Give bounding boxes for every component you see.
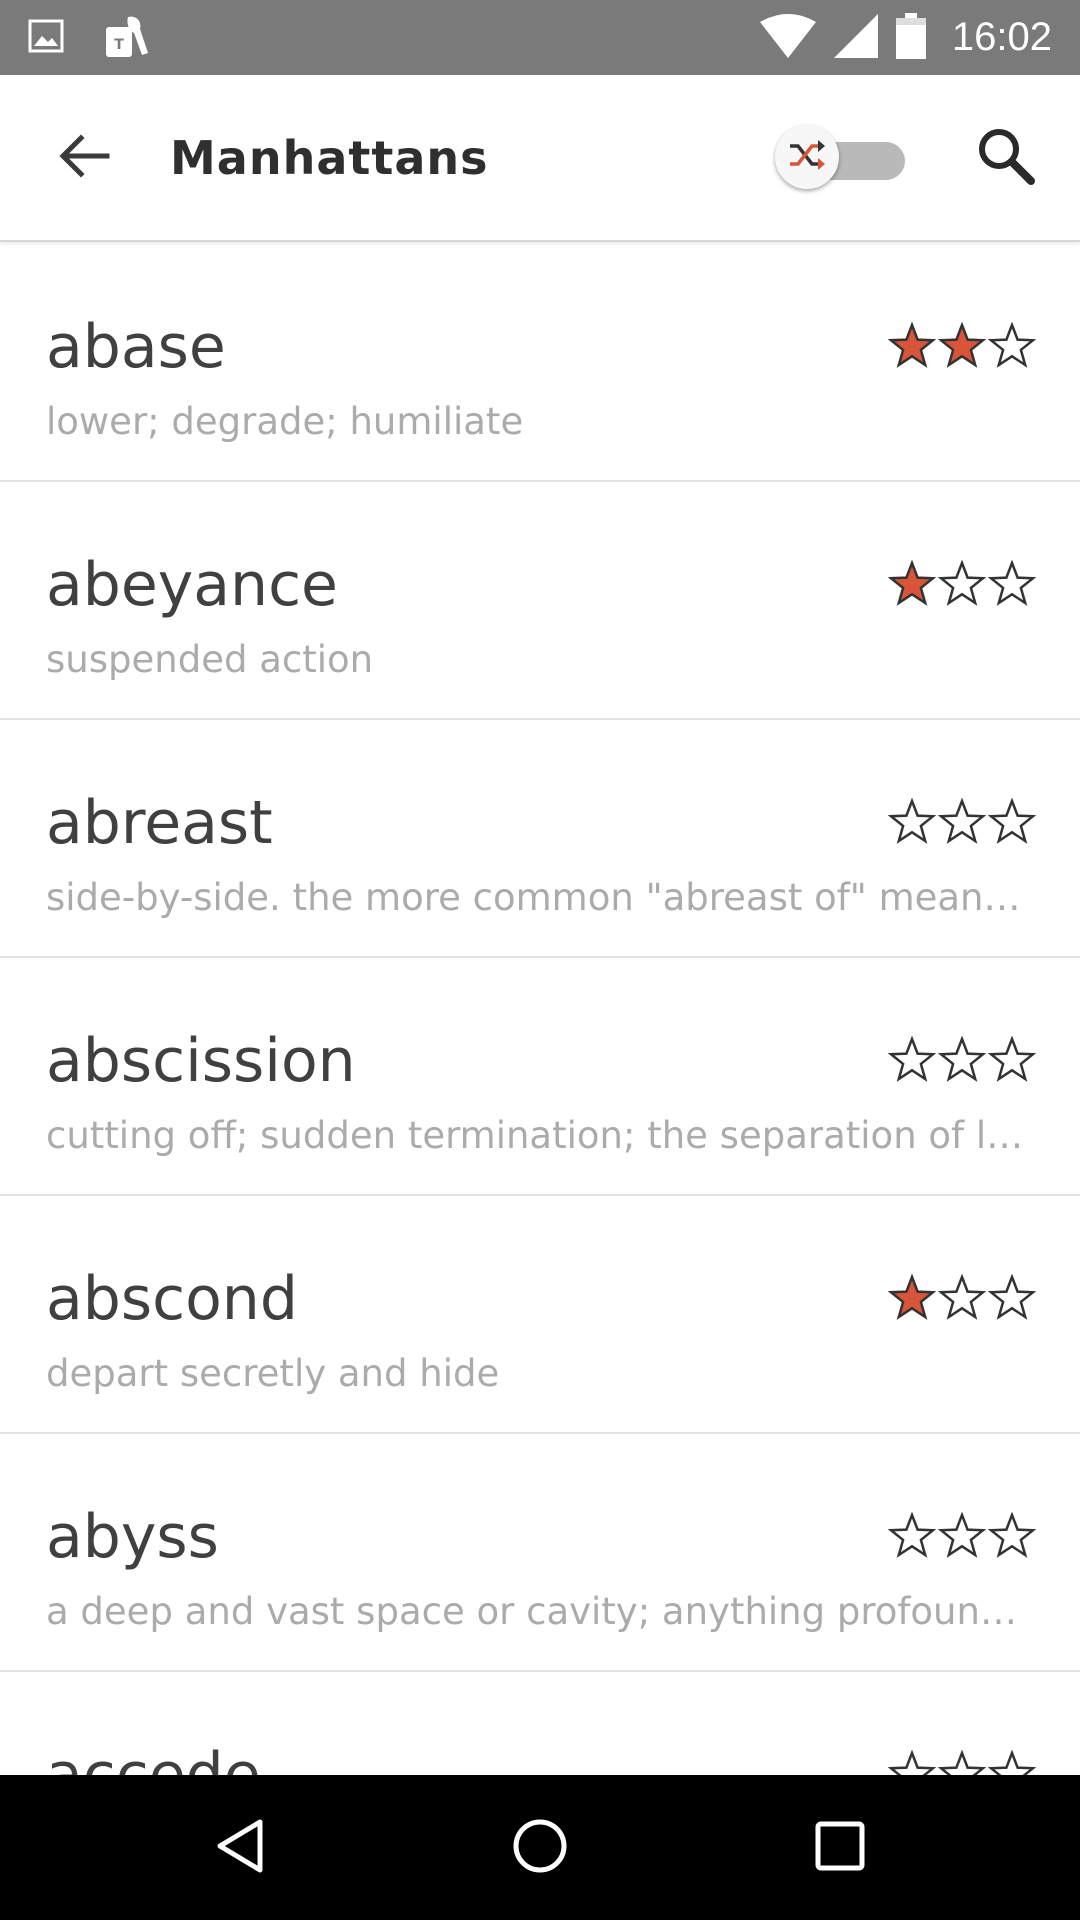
- status-left-icons: T: [28, 13, 152, 63]
- star-filled-icon: [888, 322, 936, 368]
- home-circle-icon: [510, 1816, 570, 1880]
- arrow-back-icon: [57, 132, 111, 184]
- difficulty-rating[interactable]: [888, 1036, 1036, 1084]
- word-term: abreast: [46, 788, 273, 858]
- star-outline-icon: [938, 1750, 986, 1775]
- recents-square-icon: [810, 1816, 870, 1880]
- difficulty-rating[interactable]: [888, 798, 1036, 846]
- signal-icon: [833, 13, 878, 62]
- star-outline-icon: [988, 560, 1036, 606]
- star-outline-icon: [938, 1274, 986, 1320]
- star-outline-icon: [938, 1512, 986, 1558]
- back-triangle-icon: [210, 1816, 270, 1880]
- nav-back-button[interactable]: [195, 1803, 285, 1893]
- star-outline-icon: [888, 1512, 936, 1558]
- word-definition: cutting off; sudden termination; the sep…: [46, 1114, 1031, 1157]
- word-definition: depart secretly and hide: [46, 1352, 500, 1395]
- word-list-item[interactable]: abscission cutting off; sudden terminatio…: [0, 958, 1080, 1196]
- status-bar: T 16:02: [0, 0, 1080, 75]
- star-filled-icon: [938, 322, 986, 368]
- image-icon: [28, 19, 64, 57]
- star-outline-icon: [938, 798, 986, 844]
- difficulty-rating[interactable]: [888, 322, 1036, 370]
- word-term: abase: [46, 312, 226, 382]
- shuffle-toggle[interactable]: [775, 123, 930, 193]
- word-term: abeyance: [46, 550, 338, 620]
- difficulty-rating[interactable]: [888, 560, 1036, 608]
- word-list-item[interactable]: accede: [0, 1672, 1080, 1775]
- star-outline-icon: [988, 1036, 1036, 1082]
- svg-text:T: T: [114, 37, 124, 53]
- star-outline-icon: [988, 1750, 1036, 1775]
- star-outline-icon: [888, 1036, 936, 1082]
- back-button[interactable]: [52, 126, 116, 190]
- battery-icon: [895, 12, 926, 63]
- word-list-item[interactable]: abase lower; degrade; humiliate: [0, 244, 1080, 482]
- status-time: 16:02: [951, 15, 1052, 59]
- star-outline-icon: [938, 1036, 986, 1082]
- difficulty-rating[interactable]: [888, 1750, 1036, 1775]
- word-term: abyss: [46, 1502, 219, 1572]
- word-term: accede: [46, 1740, 261, 1775]
- search-icon: [975, 125, 1037, 191]
- navigation-bar: [0, 1775, 1080, 1920]
- word-list-item[interactable]: abyss a deep and vast space or cavity; an…: [0, 1434, 1080, 1672]
- toggle-thumb: [775, 124, 839, 189]
- star-filled-icon: [888, 560, 936, 606]
- word-list-item[interactable]: abeyance suspended action: [0, 482, 1080, 720]
- search-button[interactable]: [970, 122, 1042, 194]
- shuffle-icon: [787, 138, 827, 176]
- difficulty-rating[interactable]: [888, 1512, 1036, 1560]
- page-title: Manhattans: [170, 130, 489, 185]
- wifi-icon: [759, 13, 816, 62]
- word-list[interactable]: abase lower; degrade; humiliate abeyance su…: [0, 244, 1080, 1775]
- word-definition: side-by-side. the more common "abreast o…: [46, 876, 1031, 919]
- word-list-item[interactable]: abreast side-by-side. the more common "ab…: [0, 720, 1080, 958]
- word-term: abscond: [46, 1264, 298, 1334]
- word-definition: a deep and vast space or cavity; anythin…: [46, 1590, 1031, 1633]
- star-filled-icon: [888, 1274, 936, 1320]
- app-bar: Manhattans: [0, 75, 1080, 242]
- star-outline-icon: [888, 798, 936, 844]
- star-outline-icon: [988, 322, 1036, 368]
- tmobile-icon: T: [104, 13, 152, 63]
- word-definition: suspended action: [46, 638, 374, 681]
- nav-home-button[interactable]: [495, 1803, 585, 1893]
- star-outline-icon: [888, 1750, 936, 1775]
- star-outline-icon: [988, 798, 1036, 844]
- word-list-item[interactable]: abscond depart secretly and hide: [0, 1196, 1080, 1434]
- word-term: abscission: [46, 1026, 356, 1096]
- word-definition: lower; degrade; humiliate: [46, 400, 524, 443]
- star-outline-icon: [988, 1274, 1036, 1320]
- status-right-icons: 16:02: [759, 12, 1052, 63]
- star-outline-icon: [938, 560, 986, 606]
- difficulty-rating[interactable]: [888, 1274, 1036, 1322]
- nav-recents-button[interactable]: [795, 1803, 885, 1893]
- star-outline-icon: [988, 1512, 1036, 1558]
